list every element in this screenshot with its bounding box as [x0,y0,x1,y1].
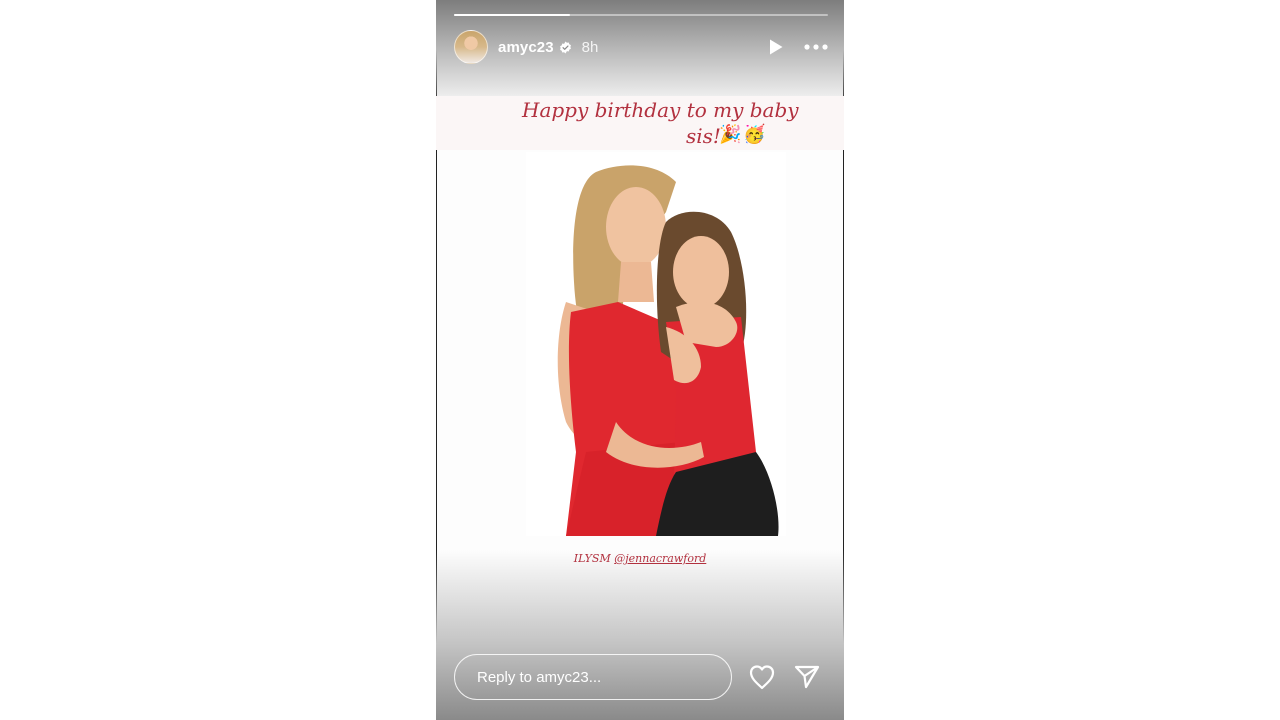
mention-prefix: ILYSM [573,552,611,565]
story-header: amyc23 8h [454,30,828,64]
reply-input[interactable]: Reply to amyc23... [454,654,732,700]
username[interactable]: amyc23 [498,39,554,56]
partying-face-emoji: 🥳 [743,124,766,144]
story-progress-track [454,14,828,16]
timestamp: 8h [581,38,599,56]
story-progress-fill [454,14,570,16]
story-viewer[interactable]: amyc23 8h Happy birthday to my baby sis!… [436,0,844,720]
heart-icon[interactable] [748,664,776,690]
story-photo [526,152,786,536]
caption-emojis: 🎉 🥳 [719,124,766,145]
avatar[interactable] [454,30,488,64]
caption-line-2: sis! [686,124,721,148]
verified-badge-icon [559,41,572,54]
mention-handle-link[interactable]: @jennacrawford [614,552,706,565]
play-icon[interactable] [768,38,784,56]
more-options-icon[interactable] [804,44,828,50]
party-popper-emoji: 🎉 [719,124,742,144]
send-icon[interactable] [793,664,821,690]
caption-line-1: Happy birthday to my baby [522,98,799,122]
mention-caption: ILYSM @jennacrawford [436,552,844,565]
